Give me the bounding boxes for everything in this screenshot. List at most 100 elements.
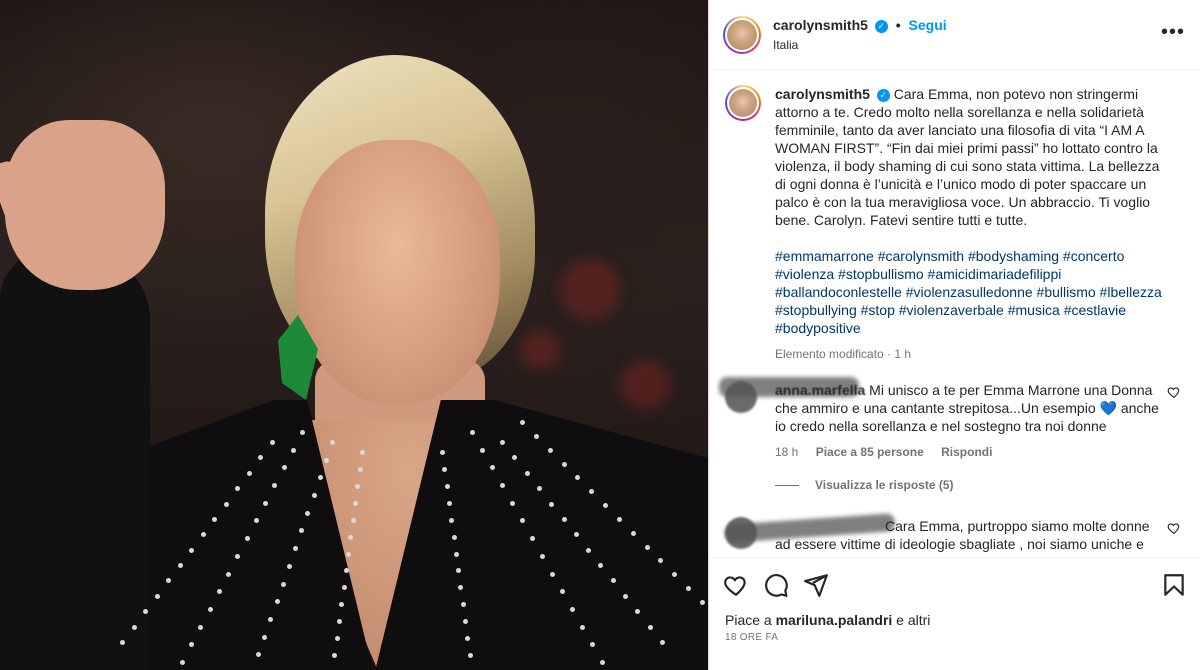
heart-icon[interactable]	[723, 572, 749, 598]
rhinestone	[458, 585, 464, 591]
rhinestone	[467, 653, 473, 659]
rhinestone	[560, 589, 565, 595]
rhinestone	[235, 486, 241, 492]
rhinestone	[442, 466, 448, 472]
reply-button[interactable]: Rispondi	[941, 445, 992, 459]
rhinestone	[580, 624, 585, 630]
heart-icon[interactable]	[1167, 385, 1181, 399]
rhinestone	[470, 430, 475, 435]
share-icon[interactable]	[803, 572, 829, 598]
rhinestone	[520, 420, 525, 425]
caption-avatar[interactable]	[725, 85, 761, 121]
post-location[interactable]: Italia	[773, 38, 798, 52]
rhinestone	[334, 636, 340, 642]
action-bar	[709, 557, 1200, 607]
rhinestone	[586, 547, 592, 553]
rhinestone	[610, 578, 616, 584]
rhinestone	[561, 461, 567, 467]
caption-hashtags[interactable]: #emmamarrone #carolynsmith #bodyshaming …	[775, 247, 1165, 337]
likes-summary: Piace a mariluna.palandri e altri	[725, 612, 930, 628]
rhinestone	[323, 457, 329, 463]
rhinestone	[510, 500, 515, 506]
rhinestone	[299, 528, 305, 534]
likes-user[interactable]: mariluna.palandri	[776, 612, 893, 628]
rhinestone	[547, 447, 553, 453]
header-avatar[interactable]	[723, 16, 761, 54]
rhinestone	[500, 483, 505, 489]
separator-dot: •	[895, 17, 901, 33]
rhinestone	[660, 640, 665, 645]
rhinestone	[286, 563, 292, 569]
comment-body: Cara Emma, purtroppo siamo molte donne a…	[775, 517, 1167, 553]
heart-icon[interactable]	[1167, 521, 1181, 535]
rhinestone	[226, 571, 232, 577]
rhinestone	[451, 534, 457, 540]
comment-item: anna.marfella Mi unisco a te per Emma Ma…	[719, 377, 1195, 481]
rhinestone	[346, 551, 352, 557]
rhinestone	[180, 660, 185, 665]
rhinestone	[281, 465, 287, 471]
rhinestone	[520, 518, 525, 524]
rhinestone	[630, 530, 636, 536]
rhinestone	[235, 553, 241, 559]
rhinestone	[561, 516, 567, 522]
view-replies-button[interactable]: Visualizza le risposte (5)	[775, 478, 954, 492]
rhinestone	[154, 593, 160, 599]
rhinestone	[253, 518, 259, 524]
more-icon[interactable]: •••	[1161, 22, 1185, 42]
rhinestone	[270, 440, 275, 445]
rhinestone	[360, 450, 365, 455]
caption-text: Cara Emma, non potevo non stringermi att…	[775, 86, 1160, 228]
rhinestone	[268, 616, 274, 622]
caption-body: carolynsmith5 ✓ Cara Emma, non potevo no…	[775, 85, 1165, 363]
rhinestone	[550, 571, 555, 577]
rhinestone	[635, 609, 641, 615]
comment-meta: 18 h Piace a 85 persone Rispondi	[775, 445, 1006, 459]
comment-icon[interactable]	[763, 572, 789, 598]
post-header: carolynsmith5 ✓ • Segui Italia •••	[709, 0, 1200, 70]
rhinestone	[700, 600, 705, 605]
comment-likes[interactable]: Piace a 85 persone	[816, 445, 924, 459]
rhinestone	[573, 532, 579, 538]
rhinestone	[244, 536, 250, 542]
comment-username[interactable]: anna.marfella	[775, 382, 865, 398]
rhinestone	[672, 572, 678, 578]
rhinestone	[223, 501, 229, 507]
rhinestone	[330, 440, 335, 445]
rhinestone	[575, 475, 581, 481]
rhinestone	[189, 547, 195, 553]
rhinestone	[212, 516, 218, 522]
rhinestone	[353, 500, 359, 506]
rhinestone	[530, 536, 535, 542]
rhinestone	[216, 589, 222, 595]
bookmark-icon[interactable]	[1161, 572, 1187, 598]
rhinestone	[598, 563, 604, 569]
post-photo[interactable]	[0, 0, 708, 670]
rhinestone	[647, 624, 653, 630]
rhinestone	[143, 609, 149, 615]
rhinestone	[644, 544, 650, 550]
rhinestone	[524, 470, 530, 476]
follow-button[interactable]: Segui	[909, 17, 947, 33]
rhinestone	[463, 619, 469, 625]
rhinestone	[272, 483, 278, 489]
rhinestone	[480, 447, 485, 453]
rhinestone	[440, 450, 445, 455]
rhinestone	[500, 440, 505, 445]
rhinestone	[456, 568, 462, 574]
rhinestone	[512, 455, 518, 461]
rhinestone	[246, 470, 252, 476]
rhinestone	[603, 503, 609, 509]
rhinestone	[533, 433, 539, 439]
rhinestone	[460, 602, 466, 608]
rhinestone	[590, 642, 595, 648]
caption-username[interactable]: carolynsmith5	[775, 86, 870, 102]
rhinestone	[332, 653, 338, 659]
rhinestone	[120, 640, 125, 645]
header-username[interactable]: carolynsmith5	[773, 17, 868, 33]
rhinestone	[263, 500, 269, 506]
rhinestone	[490, 465, 495, 471]
comment-time: 18 h	[775, 445, 799, 459]
comments-area[interactable]: carolynsmith5 ✓ Cara Emma, non potevo no…	[709, 71, 1200, 557]
rhinestone	[549, 501, 555, 507]
